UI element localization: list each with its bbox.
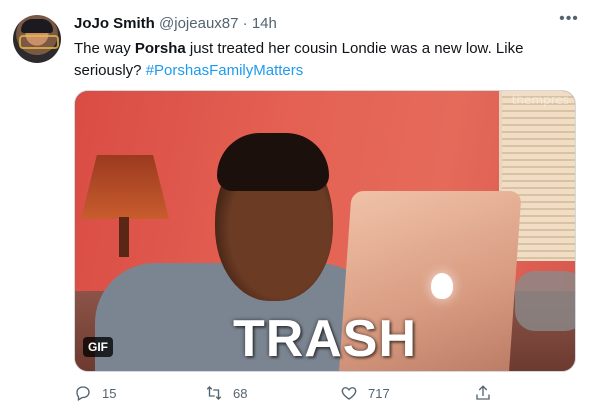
like-count: 717 xyxy=(368,385,390,401)
gif-lamp-base xyxy=(119,217,129,257)
reply-icon xyxy=(76,386,90,401)
tweet-text: The way Porsha just treated her cousin L… xyxy=(74,38,574,82)
gif-caption: TRASH xyxy=(232,310,418,368)
heart-icon xyxy=(341,387,357,400)
tweet-text-bold: Porsha xyxy=(134,40,186,57)
more-options-icon[interactable]: ••• xyxy=(557,10,581,30)
retweet-icon xyxy=(206,386,222,400)
tweet-actions: 15 68 717 xyxy=(74,381,504,405)
tweet-timestamp[interactable]: 14h xyxy=(252,15,277,32)
reply-button[interactable]: 15 xyxy=(74,381,116,405)
author-avatar[interactable] xyxy=(13,15,61,63)
retweet-button[interactable]: 68 xyxy=(205,381,247,405)
avatar-cap xyxy=(21,19,53,33)
tweet-gif-media[interactable]: thempres TRASH GIF xyxy=(74,90,576,372)
gif-watermark: thempres xyxy=(511,93,569,107)
header-separator: · xyxy=(242,15,248,32)
tweet-card[interactable]: JoJo Smith @jojeaux87 · 14h ••• The way … xyxy=(0,0,595,414)
gif-person-hair xyxy=(217,133,329,191)
author-name[interactable]: JoJo Smith xyxy=(74,15,155,32)
hashtag-link[interactable]: #PorshasFamilyMatters xyxy=(146,62,304,79)
apple-logo-icon xyxy=(431,273,453,299)
author-handle[interactable]: @jojeaux87 xyxy=(159,15,238,32)
retweet-count: 68 xyxy=(233,385,248,401)
avatar-glasses xyxy=(19,35,59,49)
tweet-text-prefix: The way xyxy=(74,40,135,57)
share-button[interactable] xyxy=(474,381,492,405)
tweet-header: JoJo Smith @jojeaux87 · 14h xyxy=(74,14,575,34)
like-button[interactable]: 717 xyxy=(340,381,390,405)
gif-badge: GIF xyxy=(83,337,113,357)
reply-count: 15 xyxy=(102,385,117,401)
share-icon xyxy=(476,385,490,400)
